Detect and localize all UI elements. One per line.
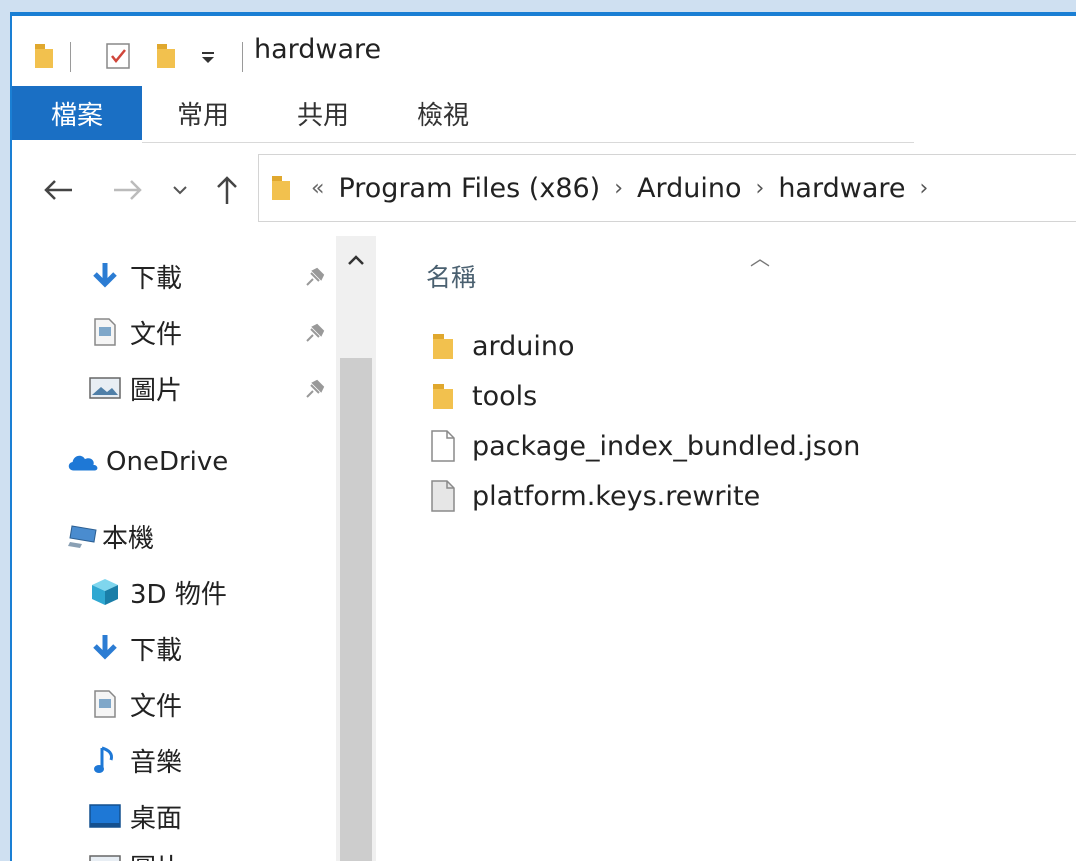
sidebar-item-downloads[interactable]: 下載 bbox=[88, 254, 182, 298]
properties-icon[interactable] bbox=[104, 38, 132, 74]
sidebar-item-label: 下載 bbox=[130, 635, 183, 666]
breadcrumb-overflow[interactable]: « bbox=[311, 176, 324, 201]
sidebar-item-pictures-pc[interactable]: 圖片 bbox=[88, 844, 182, 861]
ribbon-tabs: 檔案 常用 共用 檢視 bbox=[12, 86, 1076, 142]
breadcrumb-hardware[interactable]: hardware bbox=[778, 173, 905, 204]
sort-ascending-icon: ︿ bbox=[750, 246, 770, 270]
breadcrumb-chevron-icon[interactable]: › bbox=[919, 176, 928, 201]
sidebar-item-label: OneDrive bbox=[106, 447, 229, 477]
file-list-pane: ︿ 名稱 arduino tools package_index_bundled… bbox=[376, 226, 1076, 861]
sidebar-item-desktop[interactable]: 桌面 bbox=[88, 794, 182, 838]
pictures-icon bbox=[88, 371, 122, 405]
desktop-icon bbox=[88, 799, 122, 833]
scroll-up-arrow-icon[interactable] bbox=[336, 236, 376, 284]
address-bar[interactable]: « Program Files (x86) › Arduino › hardwa… bbox=[258, 154, 1076, 222]
sidebar-item-this-pc[interactable]: 本機 bbox=[66, 514, 154, 558]
file-row-package-index[interactable]: package_index_bundled.json bbox=[428, 424, 860, 468]
sidebar-item-music[interactable]: 音樂 bbox=[88, 738, 182, 782]
sidebar-item-label: 文件 bbox=[130, 691, 183, 722]
navigation-pane: 下載 文件 圖片 OneDrive 本機 3D 物件 下載 文件 音樂 桌面 bbox=[12, 236, 334, 861]
sidebar-item-documents-pc[interactable]: 文件 bbox=[88, 682, 182, 726]
sidebar-item-documents[interactable]: 文件 bbox=[88, 310, 182, 354]
breadcrumb-program-files[interactable]: Program Files (x86) bbox=[338, 173, 600, 204]
sidebar-item-label: 圖片 bbox=[130, 375, 183, 406]
file-explorer-window: hardware 檔案 常用 共用 檢視 « Program Files (x8… bbox=[10, 12, 1076, 861]
sidebar-item-onedrive[interactable]: OneDrive bbox=[66, 440, 228, 484]
download-icon bbox=[88, 259, 122, 293]
title-separator bbox=[242, 42, 243, 72]
back-arrow-icon[interactable] bbox=[38, 170, 78, 210]
sidebar-item-label: 本機 bbox=[102, 523, 155, 554]
file-icon bbox=[428, 428, 458, 464]
file-icon bbox=[428, 478, 458, 514]
up-arrow-icon[interactable] bbox=[210, 170, 244, 210]
pin-icon[interactable] bbox=[302, 320, 328, 346]
file-name: platform.keys.rewrite bbox=[472, 480, 761, 512]
tab-view[interactable]: 檢視 bbox=[398, 86, 488, 140]
pin-icon[interactable] bbox=[302, 264, 328, 290]
computer-icon bbox=[66, 519, 100, 553]
breadcrumb-chevron-icon[interactable]: › bbox=[756, 176, 765, 201]
forward-arrow-icon[interactable] bbox=[108, 170, 148, 210]
navigation-bar: « Program Files (x86) › Arduino › hardwa… bbox=[12, 154, 1076, 226]
breadcrumb-arduino[interactable]: Arduino bbox=[637, 173, 741, 204]
sidebar-item-downloads-pc[interactable]: 下載 bbox=[88, 626, 182, 670]
file-name: package_index_bundled.json bbox=[472, 430, 861, 462]
sidebar-item-label: 下載 bbox=[130, 263, 183, 294]
sidebar-scrollbar[interactable] bbox=[336, 236, 376, 861]
toolbar-separator bbox=[70, 42, 71, 72]
file-name: tools bbox=[472, 380, 538, 412]
column-header-name[interactable]: 名稱 bbox=[426, 258, 476, 294]
tab-share[interactable]: 共用 bbox=[278, 86, 368, 140]
sidebar-item-pictures[interactable]: 圖片 bbox=[88, 366, 182, 410]
pin-icon[interactable] bbox=[302, 376, 328, 402]
sidebar-item-label: 圖片 bbox=[130, 848, 182, 861]
ribbon-divider bbox=[142, 142, 914, 143]
file-row-arduino[interactable]: arduino bbox=[428, 324, 575, 368]
breadcrumb-chevron-icon[interactable]: › bbox=[614, 176, 623, 201]
title-bar: hardware bbox=[12, 16, 1076, 86]
tab-file[interactable]: 檔案 bbox=[12, 86, 142, 140]
file-row-platform-keys[interactable]: platform.keys.rewrite bbox=[428, 474, 760, 518]
document-icon bbox=[88, 315, 122, 349]
sidebar-item-label: 桌面 bbox=[130, 803, 183, 834]
window-title: hardware bbox=[254, 34, 382, 65]
folder-icon bbox=[32, 38, 56, 74]
pictures-icon bbox=[88, 849, 122, 861]
document-icon bbox=[88, 687, 122, 721]
download-icon bbox=[88, 631, 122, 665]
sidebar-item-label: 音樂 bbox=[130, 747, 183, 778]
sidebar-item-label: 文件 bbox=[130, 319, 183, 350]
file-name: arduino bbox=[472, 330, 575, 362]
music-icon bbox=[88, 743, 122, 777]
customize-toolbar-icon[interactable] bbox=[200, 38, 216, 74]
address-folder-icon bbox=[269, 173, 293, 203]
scrollbar-thumb[interactable] bbox=[340, 358, 372, 861]
new-folder-icon[interactable] bbox=[154, 38, 178, 74]
3d-objects-icon bbox=[88, 575, 122, 609]
tab-home[interactable]: 常用 bbox=[158, 86, 248, 140]
recent-locations-chevron-icon[interactable] bbox=[166, 170, 194, 210]
folder-icon bbox=[428, 378, 458, 414]
file-row-tools[interactable]: tools bbox=[428, 374, 537, 418]
sidebar-item-3d-objects[interactable]: 3D 物件 bbox=[88, 570, 227, 614]
sidebar-item-label: 3D 物件 bbox=[130, 579, 227, 610]
folder-icon bbox=[428, 328, 458, 364]
cloud-icon bbox=[66, 445, 100, 479]
